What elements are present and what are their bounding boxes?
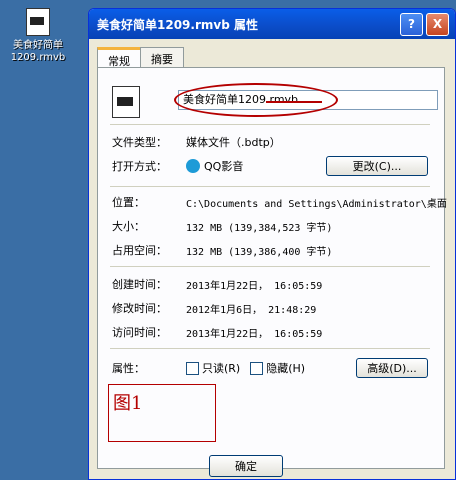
figure-label: 图1 — [113, 393, 143, 414]
filename-input[interactable]: 美食好简单1209.rmvb — [178, 90, 438, 110]
modified-value: 2012年1月6日， 21:48:29 — [186, 304, 317, 316]
file-type-value: 媒体文件（.bdtp） — [186, 136, 281, 149]
accessed-value: 2013年1月22日， 16:05:59 — [186, 328, 323, 340]
modified-label: 修改时间： — [112, 302, 167, 315]
advanced-button[interactable]: 高级(D)... — [356, 358, 428, 378]
created-value: 2013年1月22日， 16:05:59 — [186, 280, 323, 292]
close-button[interactable]: X — [426, 12, 449, 36]
readonly-checkbox[interactable]: 只读(R) — [186, 360, 240, 376]
file-type-label: 文件类型： — [112, 136, 167, 149]
properties-window: 美食好简单1209.rmvb 属性 ? X 常规 摘要 美食好简单1209.rm… — [88, 8, 456, 480]
general-panel: 美食好简单1209.rmvb 文件类型： 媒体文件（.bdtp） 打开方式： Q… — [97, 67, 447, 469]
desktop-icon-label: 美食好简单 1209.rmvb — [10, 40, 66, 63]
accessed-label: 访问时间： — [112, 326, 167, 339]
location-value: C:\Documents and Settings\Administrator\… — [186, 198, 447, 210]
window-title: 美食好简单1209.rmvb 属性 — [97, 17, 258, 32]
open-with-label: 打开方式： — [112, 160, 167, 173]
divider — [110, 348, 430, 349]
red-underline-annotation — [266, 101, 322, 103]
hidden-checkbox[interactable]: 隐藏(H) — [250, 360, 305, 376]
title-bar[interactable]: 美食好简单1209.rmvb 属性 ? X — [89, 9, 455, 39]
attributes-label: 属性： — [112, 362, 145, 375]
disk-size-value: 132 MB (139,386,400 字节) — [186, 246, 333, 258]
hidden-label: 隐藏(H) — [266, 362, 306, 375]
size-label: 大小： — [112, 220, 145, 233]
readonly-label: 只读(R) — [202, 362, 241, 375]
location-label: 位置： — [112, 196, 145, 209]
divider — [110, 266, 430, 267]
file-type-icon — [112, 86, 140, 118]
created-label: 创建时间： — [112, 278, 167, 291]
figure-annotation-box: 图1 — [108, 384, 216, 442]
qq-player-icon — [186, 159, 200, 173]
size-value: 132 MB (139,384,523 字节) — [186, 222, 333, 234]
help-button[interactable]: ? — [400, 12, 423, 36]
divider — [110, 124, 430, 125]
divider — [110, 186, 430, 187]
disk-size-label: 占用空间： — [112, 244, 167, 257]
change-button[interactable]: 更改(C)... — [326, 156, 428, 176]
rmvb-file-icon — [26, 8, 50, 36]
open-with-value: QQ影音 — [204, 160, 244, 173]
desktop-file-icon[interactable]: 美食好简单 1209.rmvb — [0, 8, 76, 64]
